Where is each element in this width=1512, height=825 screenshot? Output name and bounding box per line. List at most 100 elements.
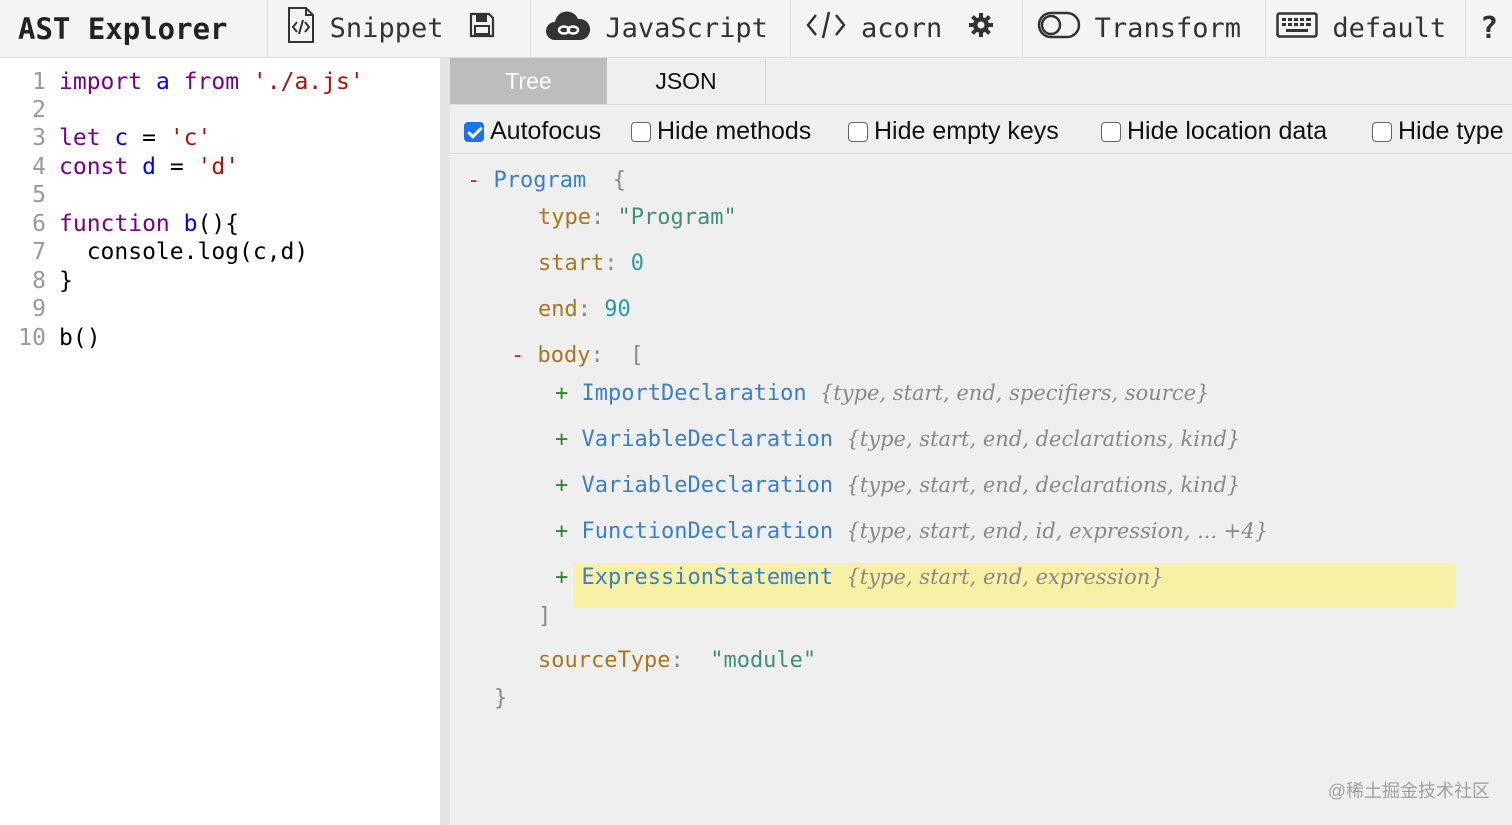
gear-icon[interactable]	[968, 12, 994, 45]
expand-toggle[interactable]: +	[555, 519, 582, 544]
tree-prop-start: start: 0	[538, 251, 644, 276]
expand-toggle[interactable]: +	[555, 565, 582, 590]
code-line[interactable]: 4 const d = 'd'	[0, 153, 239, 181]
hide-type-checkbox[interactable]	[1372, 121, 1392, 142]
line-number: 5	[32, 182, 46, 208]
prop-value: 90	[604, 297, 631, 322]
code-line[interactable]: 9	[0, 295, 59, 323]
tree-prop-end: end: 90	[538, 297, 631, 322]
transform-toggle[interactable]: Transform	[1023, 0, 1267, 58]
code-token: (){	[197, 211, 240, 237]
hide-type-label: Hide type	[1398, 117, 1504, 145]
code-icon	[805, 10, 847, 47]
code-line[interactable]: 3 let c = 'c'	[0, 124, 211, 152]
node-name: FunctionDeclaration	[581, 519, 834, 544]
language-menu[interactable]: JavaScript	[531, 0, 791, 58]
collapse-toggle[interactable]: -	[467, 168, 494, 193]
expand-toggle[interactable]: +	[555, 427, 582, 452]
collapse-toggle[interactable]: -	[511, 343, 538, 368]
node-name: ExpressionStatement	[581, 565, 834, 590]
tree-child-node[interactable]: + ImportDeclaration {type, start, end, s…	[555, 378, 1209, 408]
toggle-off-icon	[1037, 11, 1081, 46]
expand-toggle[interactable]: +	[555, 381, 582, 406]
code-line[interactable]: 2	[0, 96, 59, 124]
code-token: console.log(c,d)	[59, 239, 309, 265]
code-token: a	[155, 69, 170, 95]
line-number: 4	[32, 154, 46, 180]
option-hide-methods[interactable]: Hide methods	[631, 117, 811, 146]
transform-label: Transform	[1094, 13, 1241, 44]
node-name: ImportDeclaration	[581, 381, 807, 406]
help-button[interactable]: ?	[1466, 0, 1512, 58]
expand-toggle[interactable]: +	[555, 473, 582, 498]
body-close-bracket: ]	[538, 604, 552, 629]
option-hide-type[interactable]: Hide type	[1372, 117, 1504, 146]
node-summary: {type, start, end, specifiers, source}	[819, 381, 1210, 405]
code-token: }	[59, 268, 73, 294]
program-close-brace: }	[494, 686, 508, 711]
prop-key: start	[538, 251, 605, 276]
code-line[interactable]: 5	[0, 181, 59, 209]
node-name: VariableDeclaration	[581, 473, 834, 498]
hide-methods-checkbox[interactable]	[631, 121, 651, 142]
option-hide-empty-keys[interactable]: Hide empty keys	[848, 117, 1059, 146]
line-number: 1	[32, 69, 46, 95]
app-title: AST Explorer	[0, 0, 268, 58]
split-handle[interactable]	[440, 58, 450, 825]
node-summary: {type, start, end, expression}	[846, 565, 1164, 589]
option-hide-location-data[interactable]: Hide location data	[1101, 117, 1327, 146]
save-icon[interactable]	[469, 12, 495, 45]
tree-prop-sourcetype: sourceType: "module"	[538, 648, 817, 673]
keymap-label: default	[1332, 13, 1447, 44]
code-line[interactable]: 10 b()	[0, 324, 101, 352]
code-line[interactable]: 6 function b(){	[0, 210, 239, 238]
hide-empty-keys-label: Hide empty keys	[874, 117, 1059, 145]
tree-child-node[interactable]: + VariableDeclaration {type, start, end,…	[555, 470, 1240, 500]
code-editor[interactable]: 1 import a from './a.js' 2 3 let c = 'c' 4 con…	[0, 58, 440, 825]
keymap-menu[interactable]: default	[1266, 0, 1467, 58]
code-token: 'c'	[169, 125, 212, 151]
code-token: =	[128, 125, 170, 151]
prop-key: body	[537, 343, 591, 368]
snippet-menu[interactable]: Snippet	[268, 0, 532, 58]
snippet-label: Snippet	[329, 13, 444, 44]
hide-location-data-checkbox[interactable]	[1101, 121, 1121, 142]
output-panel: Tree JSON Autofocus Hide methods Hide em…	[450, 58, 1512, 825]
node-summary: {type, start, end, id, expression, ... +…	[846, 519, 1269, 543]
hide-methods-label: Hide methods	[657, 117, 812, 145]
code-line[interactable]: 7 console.log(c,d)	[0, 238, 308, 266]
parser-menu[interactable]: acorn	[791, 0, 1023, 58]
prop-value: "Program"	[617, 205, 737, 230]
hide-empty-keys-checkbox[interactable]	[848, 121, 868, 142]
code-token: 'd'	[197, 154, 240, 180]
tree-prop-body[interactable]: - body: [	[511, 341, 643, 371]
tree-child-node[interactable]: + VariableDeclaration {type, start, end,…	[555, 424, 1240, 454]
code-line[interactable]: 8}	[0, 267, 73, 295]
line-number: 2	[32, 97, 46, 123]
code-token: const	[59, 154, 129, 180]
code-line[interactable]: 1 import a from './a.js'	[0, 68, 364, 96]
ast-tree: - Program { type: "Program" start: 0 end…	[450, 154, 1512, 825]
code-token: d	[142, 154, 156, 180]
option-autofocus[interactable]: Autofocus	[464, 117, 601, 146]
code-token: './a.js'	[252, 69, 364, 95]
node-name: Program	[493, 168, 587, 193]
tab-json[interactable]: JSON	[607, 58, 766, 104]
code-token: b()	[59, 325, 101, 351]
tree-options: Autofocus Hide methods Hide empty keys H…	[450, 105, 1512, 154]
tree-child-node[interactable]: + ExpressionStatement {type, start, end,…	[555, 562, 1164, 592]
autofocus-checkbox[interactable]	[464, 121, 484, 142]
tree-node-program[interactable]: - Program {	[467, 166, 626, 196]
prop-value: 0	[630, 251, 644, 276]
tree-child-node[interactable]: + FunctionDeclaration {type, start, end,…	[555, 516, 1268, 546]
prop-key: type	[538, 205, 591, 230]
tab-tree[interactable]: Tree	[450, 58, 607, 104]
autofocus-label: Autofocus	[490, 117, 602, 145]
tree-prop-type: type: "Program"	[538, 205, 737, 230]
